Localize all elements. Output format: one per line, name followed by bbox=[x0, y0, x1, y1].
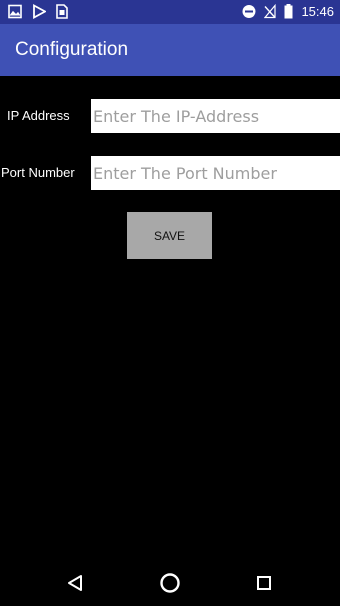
home-icon bbox=[160, 573, 180, 593]
nav-recents-button[interactable] bbox=[249, 568, 279, 598]
nav-back-button[interactable] bbox=[60, 568, 90, 598]
sim-card-icon bbox=[56, 4, 68, 19]
nav-home-button[interactable] bbox=[155, 568, 185, 598]
ip-address-label: IP Address bbox=[7, 108, 70, 123]
clock-time: 15:46 bbox=[301, 4, 334, 19]
recents-icon bbox=[257, 576, 271, 590]
save-button[interactable]: SAVE bbox=[127, 212, 212, 259]
status-bar: 15:46 bbox=[0, 0, 340, 24]
battery-icon bbox=[284, 4, 293, 19]
app-bar: Configuration bbox=[0, 24, 340, 76]
image-icon bbox=[8, 4, 22, 19]
play-store-icon bbox=[33, 4, 46, 19]
port-number-input[interactable] bbox=[91, 156, 340, 190]
do-not-disturb-icon bbox=[242, 5, 256, 18]
ip-address-input[interactable] bbox=[91, 99, 340, 133]
no-signal-icon bbox=[264, 4, 276, 19]
port-number-label: Port Number bbox=[1, 165, 75, 180]
page-title: Configuration bbox=[15, 39, 129, 60]
back-icon bbox=[68, 575, 82, 591]
